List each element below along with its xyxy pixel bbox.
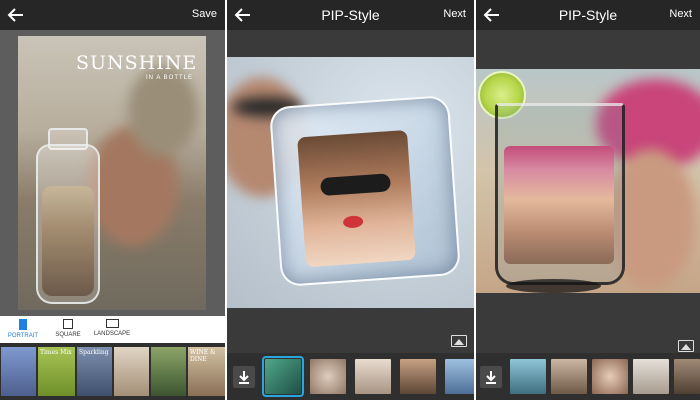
style-thumbnail[interactable] <box>400 359 436 394</box>
style-thumbnail[interactable] <box>592 359 628 394</box>
frame-thumbnail[interactable]: Times Mix <box>38 347 75 396</box>
canvas-margin <box>476 30 700 69</box>
sunglasses <box>319 173 392 197</box>
pip-style-panel-glass: PIP-Style Next <box>476 0 700 400</box>
landscape-icon <box>105 319 119 328</box>
frame-thumbnail[interactable]: Sparkling <box>77 347 112 396</box>
save-button[interactable]: Save <box>192 8 217 20</box>
lips <box>342 215 364 229</box>
poster-title: SUNSHINE <box>76 52 198 74</box>
ratio-label: LANDSCAPE <box>93 331 131 337</box>
poster-subtitle: IN A BOTTLE <box>146 75 194 81</box>
style-thumbnail[interactable] <box>310 359 346 394</box>
glass-photo <box>504 146 614 264</box>
frame-thumbnail-strip: Times Mix Sparkling WINE & DINE <box>0 343 225 400</box>
frame-thumbnail[interactable]: WINE & DINE <box>188 347 225 396</box>
back-arrow-icon[interactable] <box>6 5 26 25</box>
canvas-footer <box>476 293 700 353</box>
style-thumbnail[interactable] <box>355 359 391 394</box>
pip-canvas[interactable] <box>476 69 700 293</box>
glass-frame <box>495 103 625 285</box>
style-thumbnail[interactable] <box>262 356 304 397</box>
style-thumbnail[interactable] <box>674 359 700 394</box>
next-button[interactable]: Next <box>443 8 466 20</box>
style-thumbnail[interactable] <box>551 359 587 394</box>
frame-thumbnail[interactable] <box>151 347 186 396</box>
cube-photo <box>297 129 416 268</box>
style-thumbnail-strip <box>227 353 474 400</box>
style-thumbnail[interactable] <box>445 359 474 394</box>
style-thumbnail[interactable] <box>510 359 546 394</box>
frame-editor-panel: Save SUNSHINE IN A BOTTLE PORTRAIT SQUAR… <box>0 0 225 400</box>
image-icon[interactable] <box>451 335 467 347</box>
canvas-footer <box>227 308 474 353</box>
download-icon[interactable] <box>480 366 502 388</box>
style-thumbnail[interactable] <box>633 359 669 394</box>
canvas-margin <box>227 30 474 57</box>
screen-title: PIP-Style <box>321 7 380 23</box>
next-button[interactable]: Next <box>669 8 692 20</box>
aspect-ratio-bar: PORTRAIT SQUARE LANDSCAPE <box>0 316 225 343</box>
ice-cube-frame <box>268 94 462 288</box>
square-icon <box>63 319 73 329</box>
download-icon[interactable] <box>233 366 255 388</box>
ratio-label: PORTRAIT <box>7 333 39 339</box>
glass-base <box>506 279 601 293</box>
screen-title: PIP-Style <box>558 7 618 23</box>
frame-thumbnail[interactable] <box>1 347 36 396</box>
pip-canvas[interactable] <box>227 57 474 308</box>
top-bar: Save <box>0 0 225 30</box>
pip-style-panel-ice: PIP-Style Next <box>227 0 474 400</box>
image-icon[interactable] <box>678 340 694 352</box>
bottle-photo <box>42 186 94 296</box>
bottle-frame <box>36 144 100 304</box>
frame-thumbnail[interactable] <box>114 347 149 396</box>
ratio-landscape[interactable]: LANDSCAPE <box>82 319 142 337</box>
frame-preview[interactable]: SUNSHINE IN A BOTTLE <box>18 36 206 310</box>
ratio-label: SQUARE <box>55 332 81 338</box>
editor-canvas: SUNSHINE IN A BOTTLE <box>0 30 225 316</box>
top-bar: PIP-Style Next <box>227 0 474 30</box>
top-bar: PIP-Style Next <box>476 0 700 30</box>
portrait-icon <box>19 319 27 330</box>
style-thumbnail-strip <box>476 353 700 400</box>
